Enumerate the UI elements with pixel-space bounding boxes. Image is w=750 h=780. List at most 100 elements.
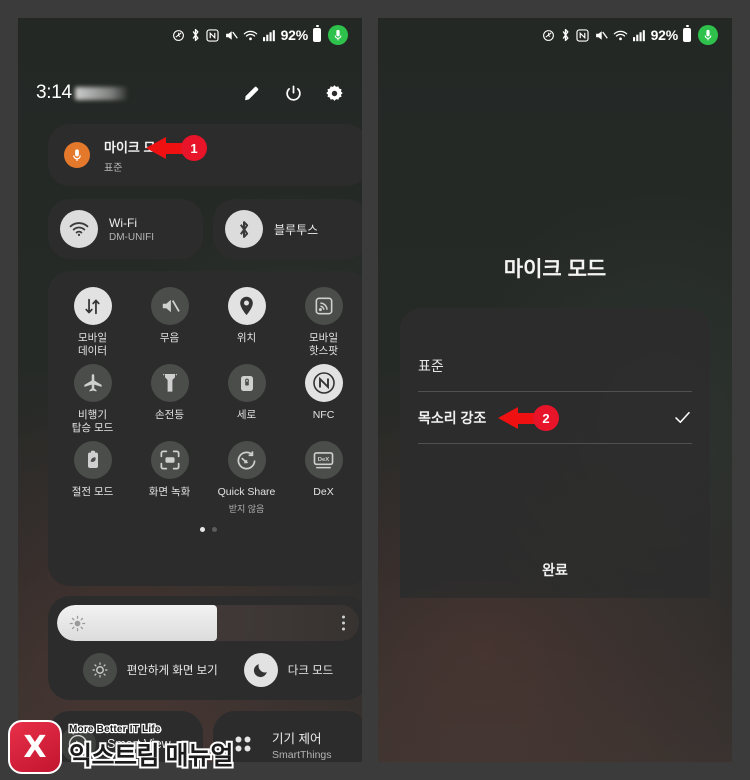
device-control-title: 기기 제어 xyxy=(272,731,322,746)
nfc-icon xyxy=(575,28,589,42)
brightness-icon xyxy=(69,615,86,631)
page-dot[interactable] xyxy=(199,527,205,532)
option-voice-focus[interactable]: 목소리 강조 xyxy=(418,392,692,444)
status-bar-right: 92% xyxy=(378,18,732,52)
eye-comfort-icon xyxy=(82,653,117,687)
location-pin-icon xyxy=(227,287,266,325)
nfc-icon xyxy=(304,364,343,402)
edit-pencil-icon[interactable] xyxy=(243,84,262,103)
eye-comfort-shield-toggle[interactable]: 편안하게 화면 보기 xyxy=(82,653,218,687)
tile-label: 절전 모드 xyxy=(71,486,114,498)
tile-label: 모바일 데이터 xyxy=(78,332,107,357)
watermark-texts: More Better IT Life 익스트림 매뉴얼 xyxy=(67,723,235,774)
signal-icon xyxy=(262,29,276,42)
tile-label: 비행기 탑승 모드 xyxy=(71,409,114,434)
mic-mode-options-card: 표준 목소리 강조 완료 xyxy=(400,308,710,598)
svg-text:DeX: DeX xyxy=(318,456,330,462)
watermark: X More Better IT Life 익스트림 매뉴얼 xyxy=(8,720,235,774)
mute-icon xyxy=(594,29,608,42)
wifi-texts: Wi-Fi DM-UNIFI xyxy=(109,216,154,243)
mute-speaker-icon xyxy=(150,287,189,325)
battery-icon xyxy=(683,25,691,42)
checkmark-icon xyxy=(673,408,692,427)
power-icon[interactable] xyxy=(284,84,303,103)
airplane-icon xyxy=(73,364,112,402)
wifi-calling-icon xyxy=(243,29,258,42)
device-control-subtitle: SmartThings xyxy=(272,748,332,761)
dnd-icon xyxy=(542,29,555,42)
tile-screen-record[interactable]: 화면 녹화 xyxy=(131,441,208,515)
bluetooth-icon xyxy=(560,28,571,42)
tile-power-saving[interactable]: 절전 모드 xyxy=(54,441,131,515)
quick-share-icon xyxy=(227,441,266,479)
tile-label: 손전등 xyxy=(155,409,184,421)
tile-flashlight[interactable]: 손전등 xyxy=(131,364,208,435)
watermark-tagline: More Better IT Life xyxy=(68,723,162,737)
dex-icon: DeX xyxy=(304,441,343,479)
tile-airplane-mode[interactable]: 비행기 탑승 모드 xyxy=(54,364,131,435)
mute-icon xyxy=(224,29,238,42)
mic-active-indicator-icon xyxy=(328,25,348,45)
connectivity-row: Wi-Fi DM-UNIFI 블루투스 xyxy=(48,199,362,259)
wifi-title: Wi-Fi xyxy=(109,215,137,230)
brightness-slider[interactable] xyxy=(57,605,359,641)
mic-mode-card[interactable]: 마이크 모드 표준 xyxy=(48,124,362,186)
flashlight-icon xyxy=(150,364,189,402)
more-options-icon[interactable] xyxy=(342,615,345,631)
data-transfer-icon xyxy=(73,287,112,325)
dark-mode-label: 다크 모드 xyxy=(287,665,334,677)
hotspot-icon xyxy=(304,287,343,325)
mic-mode-subtitle: 표준 xyxy=(104,162,123,174)
tile-dex[interactable]: DeX DeX xyxy=(285,441,362,515)
watermark-logo-icon: X xyxy=(8,720,62,774)
option-standard[interactable]: 표준 xyxy=(418,340,692,392)
tile-label: 세로 xyxy=(236,409,257,421)
screen-record-icon xyxy=(150,441,189,479)
header-actions xyxy=(243,84,344,103)
tile-label: 모바일 핫스팟 xyxy=(309,332,338,357)
microphone-icon xyxy=(64,142,90,168)
tile-sublabel: 받지 않음 xyxy=(228,504,265,514)
bluetooth-texts: 블루투스 xyxy=(274,221,318,238)
page-dot[interactable] xyxy=(211,527,217,532)
tile-quick-share[interactable]: Quick Share 받지 않음 xyxy=(208,441,285,515)
tile-label: Quick Share xyxy=(217,486,276,498)
clock-label[interactable]: 3:14 xyxy=(36,82,72,104)
done-button[interactable]: 완료 xyxy=(400,560,710,580)
wifi-icon xyxy=(60,210,98,248)
tile-label: NFC xyxy=(312,409,335,421)
quick-settings-panel: 92% 3:14 마이크 모드 표준 Wi-Fi DM-UNIFI 블루투스 모… xyxy=(18,18,362,762)
bluetooth-tile[interactable]: 블루투스 xyxy=(213,199,362,259)
eye-comfort-label: 편안하게 화면 보기 xyxy=(126,665,218,677)
mic-active-indicator-icon xyxy=(698,25,718,45)
device-control-card[interactable]: 기기 제어 SmartThings xyxy=(213,711,362,762)
dark-mode-toggle[interactable]: 다크 모드 xyxy=(243,653,334,687)
tile-label: 화면 녹화 xyxy=(148,486,191,498)
bluetooth-icon xyxy=(190,28,201,42)
watermark-name: 익스트림 매뉴얼 xyxy=(67,740,235,772)
tile-mobile-data[interactable]: 모바일 데이터 xyxy=(54,287,131,358)
moon-icon xyxy=(243,653,278,687)
quick-tiles-grid: 모바일 데이터 무음 위치 모바일 핫스팟 비행기 탑승 모드 손전등 세로 N… xyxy=(54,287,362,515)
option-label: 목소리 강조 xyxy=(418,409,487,426)
tile-location[interactable]: 위치 xyxy=(208,287,285,358)
settings-gear-icon[interactable] xyxy=(325,84,344,103)
quick-tiles-card: 모바일 데이터 무음 위치 모바일 핫스팟 비행기 탑승 모드 손전등 세로 N… xyxy=(48,271,362,586)
brightness-card: 편안하게 화면 보기 다크 모드 xyxy=(48,596,362,700)
wifi-subtitle: DM-UNIFI xyxy=(109,231,154,243)
brightness-options-row: 편안하게 화면 보기 다크 모드 xyxy=(57,653,359,687)
wifi-calling-icon xyxy=(613,29,628,42)
nfc-icon xyxy=(205,28,219,42)
battery-saver-icon xyxy=(73,441,112,479)
tile-mobile-hotspot[interactable]: 모바일 핫스팟 xyxy=(285,287,362,358)
tile-label: 위치 xyxy=(236,332,257,344)
mic-mode-title: 마이크 모드 xyxy=(104,139,168,155)
tile-mute[interactable]: 무음 xyxy=(131,287,208,358)
tile-rotation-lock[interactable]: 세로 xyxy=(208,364,285,435)
page-indicator xyxy=(54,527,362,532)
quick-settings-header: 3:14 xyxy=(18,76,362,110)
rotation-lock-icon xyxy=(227,364,266,402)
wifi-tile[interactable]: Wi-Fi DM-UNIFI xyxy=(48,199,203,259)
tile-nfc[interactable]: NFC xyxy=(285,364,362,435)
mic-mode-dialog-panel: 92% 마이크 모드 표준 목소리 강조 완료 2 xyxy=(378,18,732,762)
